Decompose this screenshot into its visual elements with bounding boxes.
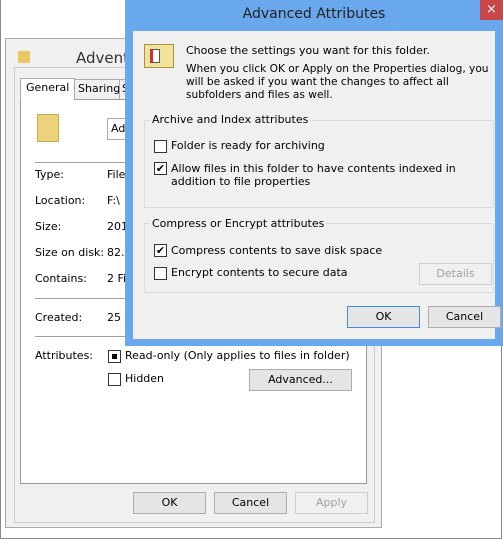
cancel-button[interactable]: Cancel [214,492,287,514]
readonly-checkbox[interactable] [108,350,121,363]
intro-text: Choose the settings you want for this fo… [186,44,430,57]
archive-group-title: Archive and Index attributes [150,113,311,126]
hidden-label: Hidden [125,372,165,385]
large-folder-icon [37,114,59,142]
folder-settings-icon [144,44,174,68]
contains-label: Contains: [35,272,87,285]
ok-button[interactable]: OK [133,492,206,514]
created-label: Created: [35,311,83,324]
details-button[interactable]: Details [419,263,492,285]
compress-label: Compress contents to save disk space [171,244,383,257]
dialog-cancel-button[interactable]: Cancel [428,306,501,328]
advanced-attributes-dialog: Advanced Attributes × Choose the setting… [125,0,503,346]
close-icon[interactable]: × [480,0,503,20]
apply-button[interactable]: Apply [295,492,368,514]
size-label: Size: [35,220,62,233]
advanced-button[interactable]: Advanced... [249,369,352,391]
attributes-label: Attributes: [35,349,94,362]
size-on-disk-label: Size on disk: [35,246,105,259]
folder-icon [18,51,30,63]
compress-group-title: Compress or Encrypt attributes [150,217,327,230]
location-label: Location: [35,194,86,207]
type-value: File [107,168,126,181]
readonly-label: Read-only (Only applies to files in fold… [125,349,350,362]
index-checkbox[interactable]: ✔ [154,162,167,175]
hidden-checkbox[interactable] [108,373,121,386]
dialog-title: Advanced Attributes [242,6,386,22]
type-label: Type: [35,168,64,181]
tab-general[interactable]: General [20,78,76,100]
index-label: Allow files in this folder to have conte… [171,162,456,188]
compress-checkbox[interactable]: ✔ [154,244,167,257]
encrypt-checkbox[interactable] [154,267,167,280]
archive-checkbox[interactable] [154,140,167,153]
dialog-body: Choose the settings you want for this fo… [133,31,501,339]
list-icon [150,49,160,63]
location-value: F:\ [107,194,120,207]
encrypt-label: Encrypt contents to secure data [171,266,348,279]
indeterminate-mark [112,354,117,359]
note-text: When you click OK or Apply on the Proper… [186,63,489,101]
dialog-ok-button[interactable]: OK [347,306,420,328]
archive-label: Folder is ready for archiving [171,139,325,152]
